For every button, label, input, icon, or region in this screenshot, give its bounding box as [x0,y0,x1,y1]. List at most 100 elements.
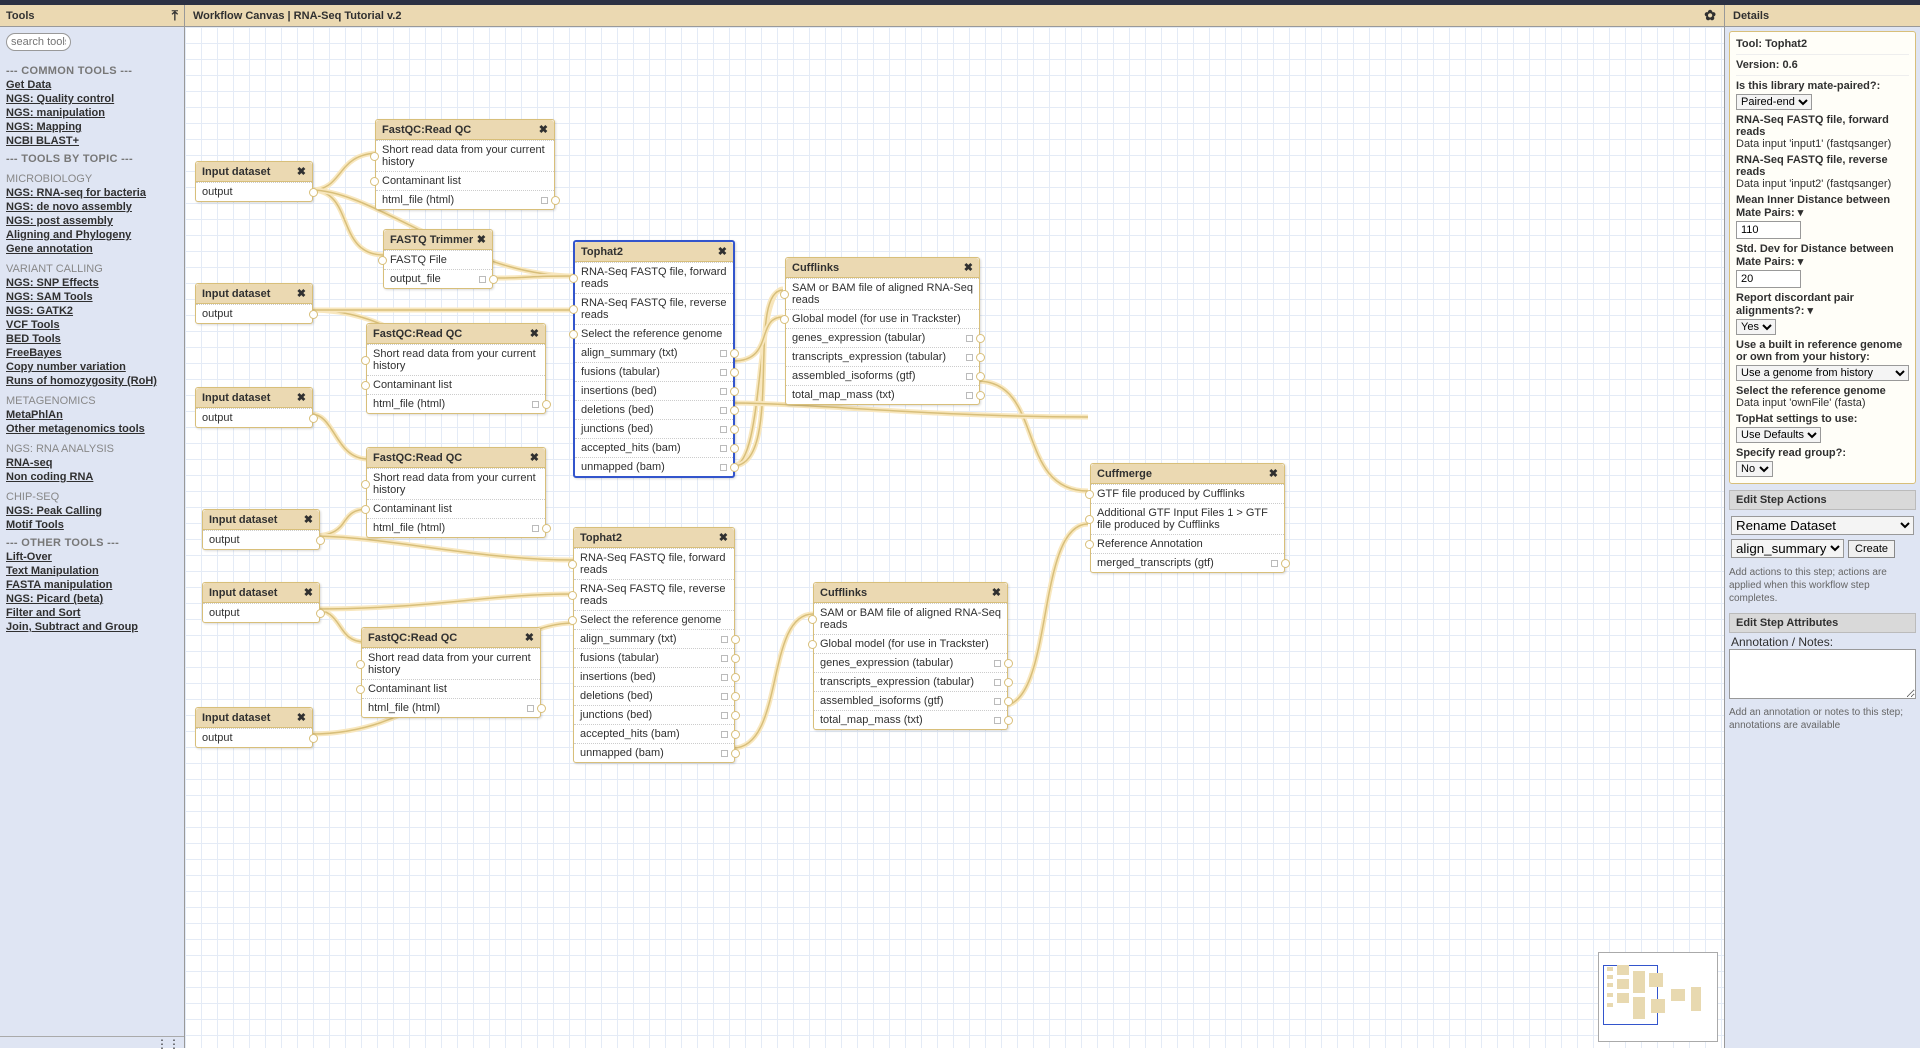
node-title[interactable]: Input dataset [202,166,270,178]
terminal-in[interactable] [361,381,370,390]
minimap[interactable] [1598,952,1718,1042]
gear-icon[interactable]: ✿ [1704,7,1716,24]
tools-body[interactable]: --- COMMON TOOLS --- Get Data NGS: Quali… [0,27,184,1036]
node-title[interactable]: FastQC:Read QC [382,124,471,136]
node-input-dataset[interactable]: Input dataset✖ output [202,582,320,623]
close-icon[interactable]: ✖ [539,123,548,136]
output-toggle[interactable] [479,276,486,283]
tool-link[interactable]: VCF Tools [6,319,178,331]
node-cufflinks[interactable]: Cufflinks✖ SAM or BAM file of aligned RN… [813,582,1008,730]
terminal-out[interactable] [309,188,318,197]
tool-link[interactable]: Filter and Sort [6,607,178,619]
node-title[interactable]: Input dataset [202,392,270,404]
settings-select[interactable]: Use Defaults [1736,427,1821,443]
node-fastqc[interactable]: FastQC:Read QC✖ Short read data from you… [361,627,541,718]
tool-link[interactable]: Join, Subtract and Group [6,621,178,633]
output-toggle[interactable] [532,525,539,532]
tool-link[interactable]: Aligning and Phylogeny [6,229,178,241]
tool-link[interactable]: Copy number variation [6,361,178,373]
close-icon[interactable]: ✖ [719,531,728,544]
terminal-out[interactable] [489,275,498,284]
terminal-out[interactable] [730,387,739,396]
node-title[interactable]: FastQC:Read QC [373,452,462,464]
terminal-out[interactable] [1004,716,1013,725]
node-title[interactable]: FASTQ Trimmer [390,234,473,246]
terminal-in[interactable] [568,616,577,625]
terminal-out[interactable] [731,730,740,739]
terminal-out[interactable] [976,334,985,343]
output-toggle[interactable] [720,464,727,471]
details-body[interactable]: Tool: Tophat2 Version: 0.6 Is this libra… [1725,27,1920,1048]
terminal-out[interactable] [731,673,740,682]
node-input-dataset[interactable]: Input dataset✖ output [202,509,320,550]
node-title[interactable]: Input dataset [209,514,277,526]
output-toggle[interactable] [721,636,728,643]
tool-link[interactable]: NGS: SAM Tools [6,291,178,303]
output-toggle[interactable] [720,407,727,414]
terminal-out[interactable] [309,734,318,743]
terminal-out[interactable] [1281,559,1290,568]
tool-link[interactable]: NGS: post assembly [6,215,178,227]
terminal-out[interactable] [731,749,740,758]
node-input-dataset[interactable]: Input dataset✖ output [195,707,313,748]
terminal-in[interactable] [808,640,817,649]
output-toggle[interactable] [721,674,728,681]
tool-link[interactable]: NGS: SNP Effects [6,277,178,289]
disc-select[interactable]: Yes [1736,319,1776,335]
terminal-out[interactable] [1004,678,1013,687]
terminal-out[interactable] [731,692,740,701]
std-input[interactable] [1736,270,1801,288]
terminal-out[interactable] [316,536,325,545]
output-toggle[interactable] [721,731,728,738]
tool-link[interactable]: Text Manipulation [6,565,178,577]
node-title[interactable]: Input dataset [202,288,270,300]
workflow-canvas[interactable]: Input dataset✖ output Input dataset✖ out… [185,27,1724,1048]
node-title[interactable]: FastQC:Read QC [373,328,462,340]
node-tophat2[interactable]: Tophat2✖ RNA-Seq FASTQ file, forward rea… [573,527,735,763]
node-title[interactable]: FastQC:Read QC [368,632,457,644]
output-toggle[interactable] [1271,560,1278,567]
terminal-out[interactable] [731,654,740,663]
node-fastqc[interactable]: FastQC:Read QC✖ Short read data from you… [366,323,546,414]
node-cufflinks[interactable]: Cufflinks✖ SAM or BAM file of aligned RN… [785,257,980,405]
terminal-out[interactable] [309,414,318,423]
tools-resize-handle[interactable]: ⋮⋮ [0,1036,184,1048]
terminal-in[interactable] [361,505,370,514]
terminal-out[interactable] [1004,697,1013,706]
close-icon[interactable]: ✖ [297,165,306,178]
node-title[interactable]: Cuffmerge [1097,468,1152,480]
tool-link[interactable]: NGS: Quality control [6,93,178,105]
node-title[interactable]: Tophat2 [581,246,623,258]
terminal-in[interactable] [370,177,379,186]
tool-link[interactable]: FreeBayes [6,347,178,359]
close-icon[interactable]: ✖ [530,327,539,340]
output-toggle[interactable] [966,373,973,380]
tool-link[interactable]: Runs of homozygosity (RoH) [6,375,178,387]
terminal-out[interactable] [316,609,325,618]
terminal-in[interactable] [361,356,370,365]
action-target-select[interactable]: align_summary [1731,539,1844,558]
output-toggle[interactable] [541,197,548,204]
terminal-in[interactable] [1085,490,1094,499]
terminal-out[interactable] [542,400,551,409]
close-icon[interactable]: ✖ [297,287,306,300]
terminal-out[interactable] [730,368,739,377]
node-title[interactable]: Cufflinks [792,262,839,274]
terminal-in[interactable] [568,591,577,600]
close-icon[interactable]: ✖ [477,233,486,246]
action-type-select[interactable]: Rename Dataset [1731,516,1914,535]
output-toggle[interactable] [966,335,973,342]
output-toggle[interactable] [721,712,728,719]
terminal-in[interactable] [1085,540,1094,549]
tool-link[interactable]: MetaPhlAn [6,409,178,421]
terminal-out[interactable] [730,444,739,453]
terminal-in[interactable] [370,152,379,161]
terminal-in[interactable] [356,660,365,669]
tool-link[interactable]: NGS: Peak Calling [6,505,178,517]
terminal-out[interactable] [730,406,739,415]
terminal-out[interactable] [730,425,739,434]
output-toggle[interactable] [994,679,1001,686]
output-toggle[interactable] [994,698,1001,705]
output-toggle[interactable] [532,401,539,408]
tool-link[interactable]: Non coding RNA [6,471,178,483]
